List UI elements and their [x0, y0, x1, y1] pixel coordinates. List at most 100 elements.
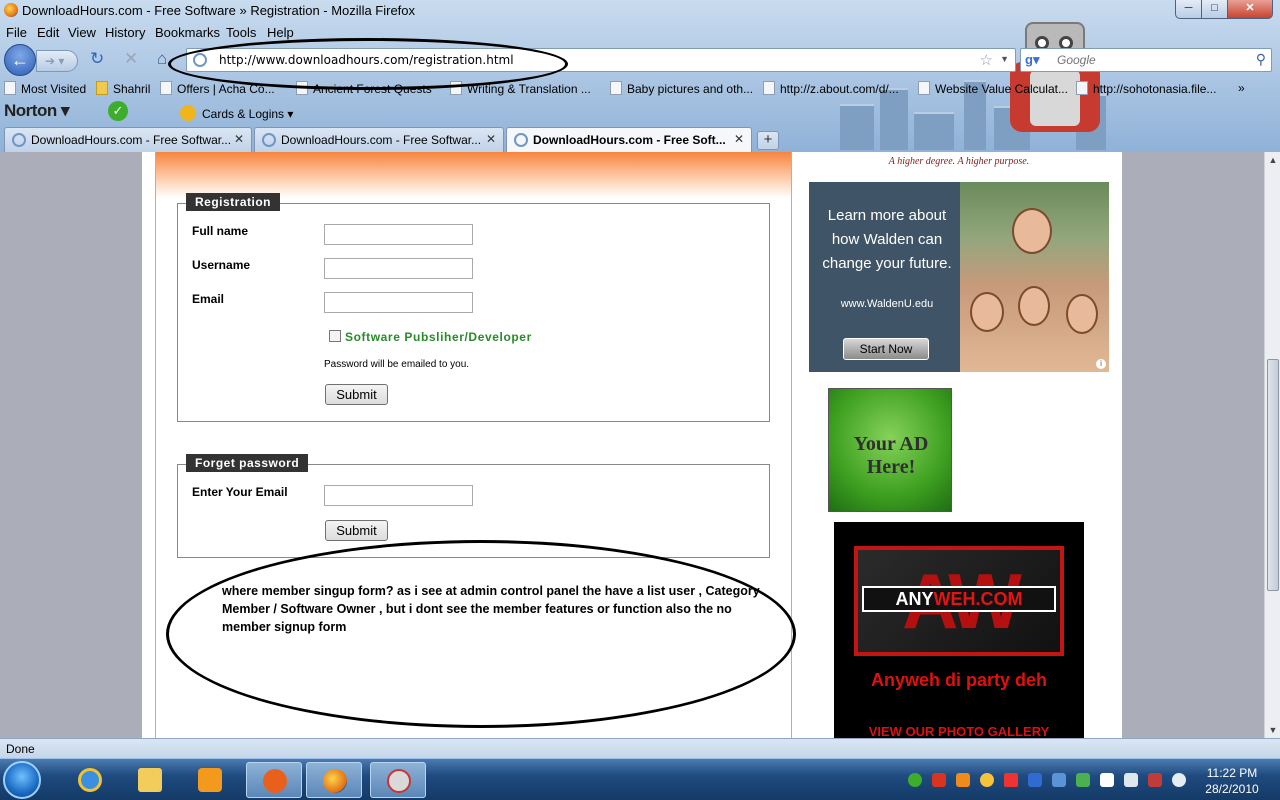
tray-gmail-icon[interactable] [932, 773, 946, 787]
page-icon [763, 81, 775, 95]
menu-edit[interactable]: Edit [37, 25, 59, 40]
menu-help[interactable]: Help [267, 25, 294, 40]
start-button[interactable] [3, 761, 41, 799]
lock-icon [180, 105, 196, 121]
menu-tools[interactable]: Tools [226, 25, 256, 40]
taskbar-app-orange[interactable] [246, 762, 302, 798]
publisher-label[interactable]: Software Pubsliher/Developer [345, 330, 532, 344]
google-icon[interactable]: g▾ [1025, 52, 1041, 68]
tray-app-icon[interactable] [956, 773, 970, 787]
your-ad-here-banner[interactable]: Your AD Here! [828, 388, 952, 512]
clock-time: 11:22 PM [1206, 766, 1258, 780]
close-button[interactable]: ✕ [1227, 0, 1273, 19]
maximize-button[interactable]: □ [1201, 0, 1228, 19]
menu-history[interactable]: History [105, 25, 145, 40]
search-box[interactable]: g▾ ⚲ [1020, 48, 1272, 72]
site-favicon-icon [262, 133, 276, 147]
tab-close-icon[interactable]: ✕ [486, 132, 496, 146]
folder-icon [96, 81, 108, 95]
tab-close-icon[interactable]: ✕ [234, 132, 244, 146]
bookmark-baby-pictures[interactable]: Baby pictures and oth... [610, 81, 753, 96]
norton-check-icon[interactable]: ✓ [108, 101, 128, 121]
taskbar-ie[interactable] [62, 762, 118, 798]
bookmark-label: Baby pictures and oth... [627, 82, 754, 96]
norton-logo-text: Norton [4, 101, 57, 120]
anyweh-name-part2: WEH.COM [933, 589, 1023, 609]
stop-icon[interactable]: ✕ [124, 50, 138, 68]
tray-tool-icon[interactable] [1076, 773, 1090, 787]
taskbar-media-player[interactable] [182, 762, 238, 798]
window-title: DownloadHours.com - Free Software » Regi… [22, 3, 416, 18]
bookmarks-overflow-icon[interactable]: » [1238, 81, 1245, 95]
child-face [1018, 286, 1050, 326]
anyweh-gallery-link[interactable]: VIEW OUR PHOTO GALLERY [834, 724, 1084, 738]
walden-tagline: A higher degree. A higher purpose. [809, 152, 1109, 182]
forget-submit-button[interactable]: Submit [325, 520, 388, 541]
tray-device-icon[interactable] [1124, 773, 1138, 787]
new-tab-button[interactable]: + [757, 131, 779, 150]
username-input[interactable] [324, 258, 473, 279]
scroll-down-icon[interactable]: ▼ [1265, 722, 1280, 738]
reload-icon[interactable]: ↻ [90, 50, 104, 68]
publisher-checkbox[interactable] [329, 330, 341, 342]
bookmark-shahril[interactable]: Shahril [96, 81, 150, 96]
anyweh-ad[interactable]: AW ANYWEH.COM Anyweh di party deh VIEW O… [834, 522, 1084, 738]
registration-fieldset [177, 203, 770, 422]
scrollbar-thumb[interactable] [1267, 359, 1279, 591]
forget-email-input[interactable] [324, 485, 473, 506]
scroll-up-icon[interactable]: ▲ [1265, 152, 1280, 168]
taskbar-explorer[interactable] [122, 762, 178, 798]
registration-submit-button[interactable]: Submit [325, 384, 388, 405]
norton-logo[interactable]: Norton ▾ [4, 101, 69, 121]
minimize-button[interactable]: ─ [1175, 0, 1202, 19]
ad-info-icon[interactable]: i [1096, 359, 1106, 369]
fullname-input[interactable] [324, 224, 473, 245]
menu-view[interactable]: View [68, 25, 96, 40]
cards-logins-button[interactable]: Cards & Logins ▾ [180, 105, 293, 121]
walden-ad-url: www.WaldenU.edu [840, 298, 934, 310]
bookmark-most-visited[interactable]: Most Visited [4, 81, 86, 96]
tray-norton-icon[interactable] [980, 773, 994, 787]
url-dropdown-icon[interactable]: ▼ [1000, 54, 1009, 64]
taskbar-firefox[interactable] [306, 762, 362, 798]
tab-3-active[interactable]: DownloadHours.com - Free Soft... ✕ [506, 127, 752, 152]
vertical-scrollbar[interactable]: ▲ ▼ [1264, 152, 1280, 738]
search-input[interactable] [1057, 52, 1237, 68]
title-bar: DownloadHours.com - Free Software » Regi… [0, 0, 1280, 22]
taskbar-paint[interactable] [370, 762, 426, 798]
back-button[interactable]: ← [4, 44, 36, 76]
email-input[interactable] [324, 292, 473, 313]
paint-icon [387, 769, 411, 793]
ie-icon [78, 768, 102, 792]
walden-ad[interactable]: Learn more about how Walden can change y… [809, 182, 1109, 372]
status-bar: Done [0, 738, 1280, 758]
forward-arrow-icon: ➔ ▾ [45, 54, 65, 68]
home-icon[interactable]: ⌂ [157, 50, 167, 68]
taskbar-clock[interactable]: 11:22 PM 28/2/2010 [1192, 765, 1272, 797]
tab-close-icon[interactable]: ✕ [734, 132, 744, 146]
bookmark-about[interactable]: http://z.about.com/d/... [763, 81, 899, 96]
tray-monitor-icon[interactable] [1028, 773, 1042, 787]
tab-1[interactable]: DownloadHours.com - Free Softwar... ✕ [4, 127, 252, 152]
tray-volume-icon[interactable] [1172, 773, 1186, 787]
bookmark-star-icon[interactable]: ☆ [980, 51, 993, 69]
registration-legend: Registration [186, 193, 281, 211]
tab-2[interactable]: DownloadHours.com - Free Softwar... ✕ [254, 127, 504, 152]
page-icon [4, 81, 16, 95]
forward-button[interactable]: ➔ ▾ [36, 50, 78, 72]
tray-windows-icon[interactable] [1052, 773, 1066, 787]
annotation-ellipse-url [168, 38, 568, 90]
tray-flag-icon[interactable] [1100, 773, 1114, 787]
tray-network-icon[interactable] [908, 773, 922, 787]
bookmark-sohotonasia[interactable]: http://sohotonasia.file... [1076, 81, 1216, 96]
walden-start-button[interactable]: Start Now [843, 338, 929, 360]
page-icon [160, 81, 172, 95]
tray-alert-icon[interactable] [1004, 773, 1018, 787]
search-icon[interactable]: ⚲ [1256, 51, 1266, 68]
tab-label: DownloadHours.com - Free Soft... [533, 133, 726, 147]
menu-bookmarks[interactable]: Bookmarks [155, 25, 220, 40]
fullname-label: Full name [192, 224, 249, 238]
bookmark-website-value[interactable]: Website Value Calculat... [918, 81, 1068, 96]
menu-file[interactable]: File [6, 25, 27, 40]
tray-signal-icon[interactable] [1148, 773, 1162, 787]
